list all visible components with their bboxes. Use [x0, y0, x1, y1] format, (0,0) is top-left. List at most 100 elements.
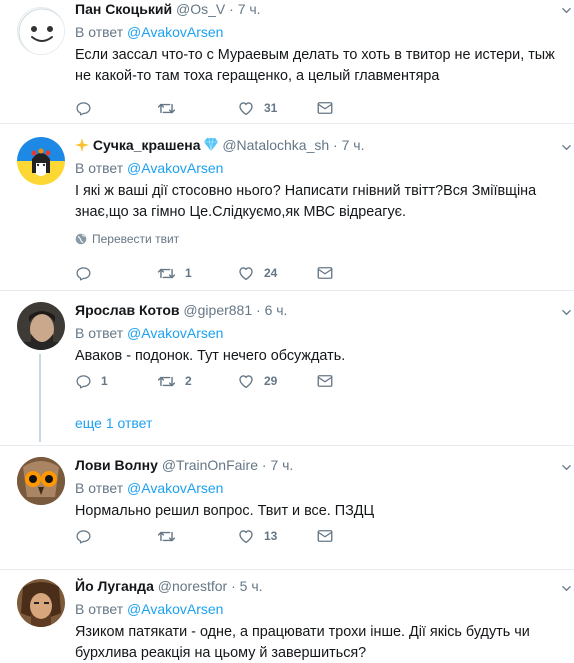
like-icon — [237, 99, 255, 117]
timestamp[interactable]: 7 ч. — [238, 1, 261, 17]
reply-mention-link[interactable]: @AvakovArsen — [127, 24, 223, 40]
like-count: 13 — [264, 529, 278, 543]
avatar[interactable] — [17, 579, 65, 627]
retweet-button[interactable] — [157, 527, 176, 546]
dm-icon — [316, 372, 334, 390]
avatar[interactable] — [17, 7, 65, 55]
chevron-down-icon[interactable] — [562, 6, 571, 15]
tweet-header: Сучка_крашена @Natalochka_sh · 7 ч. — [75, 136, 560, 154]
avatar[interactable] — [17, 302, 65, 350]
tweet-text: Язиком патякати - одне, а працювати трох… — [75, 624, 530, 661]
username[interactable]: @Os_V — [176, 1, 225, 17]
chevron-down-icon[interactable] — [562, 463, 571, 472]
direct-message-button[interactable] — [316, 527, 334, 545]
username[interactable]: @norestfor — [158, 578, 227, 594]
reply-icon — [75, 265, 92, 282]
like-count: 24 — [264, 266, 278, 280]
tweet-text: Нормально решил вопрос. Твит и все. ПЗДЦ — [75, 503, 375, 519]
gem-icon — [204, 137, 219, 152]
retweet-button[interactable]: 1 — [157, 264, 192, 283]
like-icon — [237, 372, 255, 390]
like-button[interactable]: 24 — [237, 264, 277, 282]
reply-button[interactable] — [75, 528, 92, 545]
reply-context: В ответ @AvakovArsen — [75, 480, 224, 496]
reply-context: В ответ @AvakovArsen — [75, 601, 224, 617]
retweet-count: 2 — [185, 374, 192, 388]
retweet-icon — [157, 527, 176, 546]
retweet-button[interactable] — [157, 99, 176, 118]
retweet-icon — [157, 372, 176, 391]
avatar-image — [17, 302, 65, 350]
thread-connector-line — [39, 354, 41, 442]
tweet-header: Ярослав Котов @giper881 · 6 ч. — [75, 302, 288, 318]
reply-tweet[interactable]: Лови Волну @TrainOnFaire · 7 ч. В ответ … — [0, 446, 574, 570]
reply-tweet[interactable]: Сучка_крашена @Natalochka_sh · 7 ч. В от… — [0, 124, 574, 291]
reply-tweet[interactable]: Йо Луганда @norestfor · 5 ч. В ответ @Av… — [0, 570, 574, 663]
reply-mention-link[interactable]: @AvakovArsen — [127, 480, 223, 496]
reply-context: В ответ @AvakovArsen — [75, 24, 224, 40]
display-name[interactable]: Сучка_крашена — [93, 137, 201, 153]
display-name[interactable]: Лови Волну — [75, 457, 158, 473]
chevron-down-icon[interactable] — [562, 308, 571, 317]
tweet-header: Лови Волну @TrainOnFaire · 7 ч. — [75, 457, 294, 473]
reply-context: В ответ @AvakovArsen — [75, 160, 224, 176]
reply-mention-link[interactable]: @AvakovArsen — [127, 601, 223, 617]
retweet-icon — [157, 264, 176, 283]
reply-button[interactable] — [75, 265, 92, 282]
reply-button[interactable]: 1 — [75, 373, 108, 390]
smiley-face-icon — [18, 8, 64, 54]
reply-icon — [75, 100, 92, 117]
retweet-count: 1 — [185, 266, 192, 280]
translate-tweet-link[interactable]: Перевести твит — [75, 231, 560, 247]
reply-mention-link[interactable]: @AvakovArsen — [127, 160, 223, 176]
avatar[interactable] — [17, 137, 65, 185]
username[interactable]: @Natalochka_sh — [222, 137, 329, 153]
timestamp[interactable]: 6 ч. — [265, 302, 288, 318]
reply-tweet[interactable]: Ярослав Котов @giper881 · 6 ч. В ответ @… — [0, 291, 574, 446]
show-more-replies-link[interactable]: еще 1 ответ — [75, 415, 152, 431]
tweet-header: Йо Луганда @norestfor · 5 ч. — [75, 578, 263, 594]
username[interactable]: @giper881 — [183, 302, 252, 318]
display-name[interactable]: Ярослав Котов — [75, 302, 180, 318]
globe-icon — [75, 233, 87, 245]
like-count: 29 — [264, 374, 278, 388]
timestamp[interactable]: 7 ч. — [270, 457, 293, 473]
reply-tweet[interactable]: Пан Скоцький @Os_V · 7 ч. В ответ @Avako… — [0, 0, 574, 124]
reply-context: В ответ @AvakovArsen — [75, 325, 224, 341]
retweet-button[interactable]: 2 — [157, 372, 192, 391]
avatar[interactable] — [17, 457, 65, 505]
tweet-header: Пан Скоцький @Os_V · 7 ч. — [75, 1, 261, 17]
reply-icon — [75, 528, 92, 545]
direct-message-button[interactable] — [316, 99, 334, 117]
retweet-icon — [157, 99, 176, 118]
timestamp[interactable]: 5 ч. — [240, 578, 263, 594]
direct-message-button[interactable] — [316, 372, 334, 390]
avatar-image — [17, 579, 65, 627]
sparkle-icon — [75, 138, 89, 152]
tweet-text: Аваков - подонок. Тут нечего обсуждать. — [75, 348, 346, 364]
reply-count: 1 — [101, 374, 108, 388]
avatar-image — [17, 137, 65, 185]
chevron-down-icon[interactable] — [562, 584, 571, 593]
like-button[interactable]: 31 — [237, 99, 277, 117]
reply-mention-link[interactable]: @AvakovArsen — [127, 325, 223, 341]
dm-icon — [316, 264, 334, 282]
username[interactable]: @TrainOnFaire — [162, 457, 258, 473]
tweet-text: Если засcал что-то с Мураевым делать то … — [75, 47, 555, 84]
tweet-text: І які ж ваші дії стосовно нього? Написат… — [75, 183, 537, 220]
like-icon — [237, 527, 255, 545]
display-name[interactable]: Пан Скоцький — [75, 1, 172, 17]
dm-icon — [316, 99, 334, 117]
like-button[interactable]: 29 — [237, 372, 277, 390]
dm-icon — [316, 527, 334, 545]
like-icon — [237, 264, 255, 282]
display-name[interactable]: Йо Луганда — [75, 578, 154, 594]
reply-icon — [75, 373, 92, 390]
reply-button[interactable] — [75, 100, 92, 117]
timestamp[interactable]: 7 ч. — [342, 137, 365, 153]
direct-message-button[interactable] — [316, 264, 334, 282]
replies-feed: Пан Скоцький @Os_V · 7 ч. В ответ @Avako… — [0, 0, 574, 663]
chevron-down-icon[interactable] — [562, 143, 571, 152]
avatar-image — [17, 457, 65, 505]
like-button[interactable]: 13 — [237, 527, 277, 545]
